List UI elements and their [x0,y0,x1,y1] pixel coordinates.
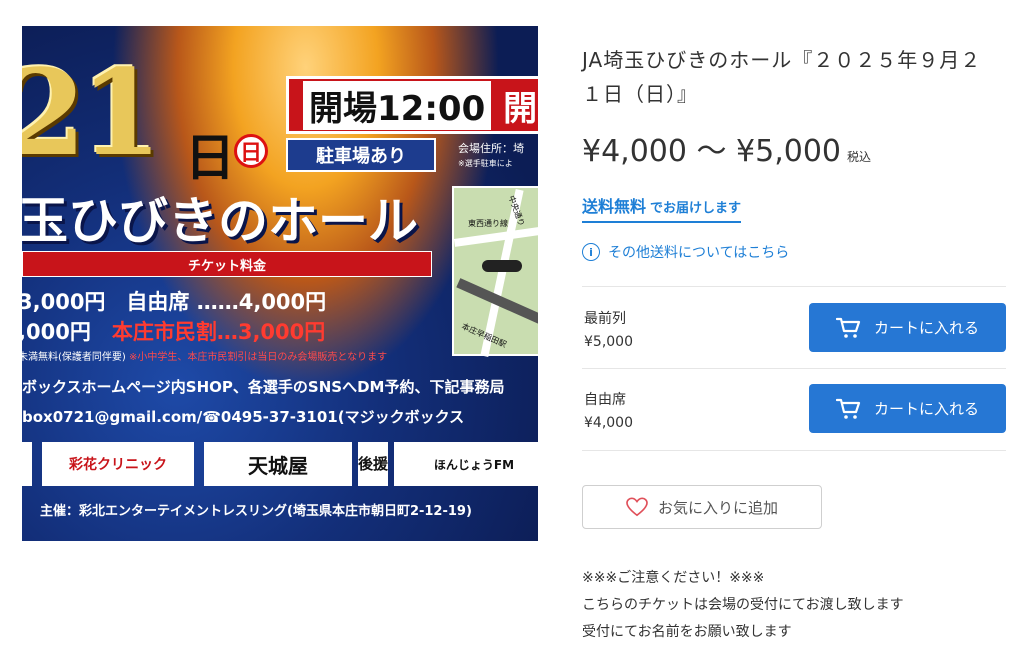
notice-line: 受付にてお名前をお願い致します [582,624,792,640]
poster-day-char: 日 [185,128,235,187]
poster-hall-name: 玉ひびきのホール [22,192,418,250]
variant-name: 最前列 [584,311,626,327]
product-image[interactable]: 21 日 日 開場12:00 開 駐車場あり 会場住所：埼 ※選手駐車によ 玉ひ… [22,26,538,541]
variant-name: 自由席 [584,392,626,408]
poster-price-row-1: 3,000円 自由席 ……4,000円 [22,290,327,314]
poster-booking-line: ボックスホームページ内SHOP、各選手のSNSへDM予約、下記事務局 [22,378,505,396]
poster-notes: 未満無料(保護者同伴要) ※小中学生、本庄市民割引は当日のみ会場販売となります [22,348,387,363]
poster-organizer: 主催：彩北エンターテイメントレスリング(埼玉県本庄市朝日町2-12-19) [40,504,472,519]
poster-notes-a: 未満無料(保護者同伴要) [22,352,126,363]
notice-line: ※※※ご注意ください！※※※ [582,570,765,586]
poster-open-text: 開場12:00 [303,80,492,130]
free-shipping-rest: でお届けします [650,201,742,216]
heart-icon [626,497,648,517]
product-price: ¥4,000 〜 ¥5,000 税込 [582,126,871,170]
other-shipping-link[interactable]: i その他送料についてはこちら [582,242,789,262]
poster-date: 21 [22,43,162,182]
poster-venue-address: 会場住所：埼 [458,142,524,155]
sponsor-clinic: 彩花クリニック [42,442,194,486]
poster-map: 東西通り線 中央通り 本庄早稲田駅 [452,186,538,357]
cart-button-label: カートに入れる [873,319,979,337]
notice-line: こちらのチケットは会場の受付にてお渡し致します [582,597,904,613]
free-shipping-strong: 送料無料 [582,197,647,216]
favorite-label: お気に入りに追加 [657,498,778,517]
poster-contact-line: box0721@gmail.com/☎0495-37-3101(マジックボックス [22,408,465,426]
free-shipping-badge: 送料無料 でお届けします [582,193,742,223]
poster-price-row-2a: ,000円 [22,320,112,344]
variant-price: ¥4,000 [584,415,633,431]
add-to-favorites-button[interactable]: お気に入りに追加 [582,485,822,529]
sponsor-support-label: 後援 [358,442,388,486]
notice-text: ※※※ご注意ください！※※※ こちらのチケットは会場の受付にてお渡し致します 受… [582,565,904,646]
poster-ticket-header: チケット料金 [22,251,432,277]
sponsor-fm: ほんじょうFM [394,442,538,486]
poster-price-row-2b: 本庄市民割…3,000円 [111,320,326,344]
map-label-east-west: 東西通り線 [468,219,508,228]
tax-label: 税込 [847,150,872,164]
variant-row: 自由席 ¥4,000 カートに入れる [582,381,1006,461]
poster-notes-b: ※小中学生、本庄市民割引は当日のみ会場販売となります [129,352,388,363]
cart-icon [835,317,861,338]
info-icon: i [582,243,600,261]
sponsor-edge [22,442,32,486]
traffic-light-icon [482,260,522,272]
product-title: JA埼玉ひびきのホール『２０２５年９月２１日（日）』 [582,48,982,106]
poster-parking: 駐車場あり [286,138,436,172]
sponsor-amagi: 天城屋 [204,442,352,486]
cart-button-label: カートに入れる [873,400,979,418]
other-shipping-label: その他送料についてはこちら [608,245,790,261]
poster-open-text-cut: 開 [503,88,538,129]
divider [582,368,1006,369]
add-to-cart-button[interactable]: カートに入れる [809,384,1006,433]
poster-venue-note: ※選手駐車によ [458,159,513,168]
poster-price-row-2: ,000円 本庄市民割…3,000円 [22,316,325,346]
poster-weekday-badge: 日 [234,134,268,168]
price-range: ¥4,000 〜 ¥5,000 [582,134,842,169]
add-to-cart-button[interactable]: カートに入れる [809,303,1006,352]
cart-icon [835,398,861,419]
variant-price: ¥5,000 [584,334,633,350]
divider [582,286,1006,287]
divider [582,450,1006,451]
poster-open-time: 開場12:00 開 [286,76,538,134]
poster-sponsors: 彩花クリニック 天城屋 後援 ほんじょうFM [22,438,538,493]
